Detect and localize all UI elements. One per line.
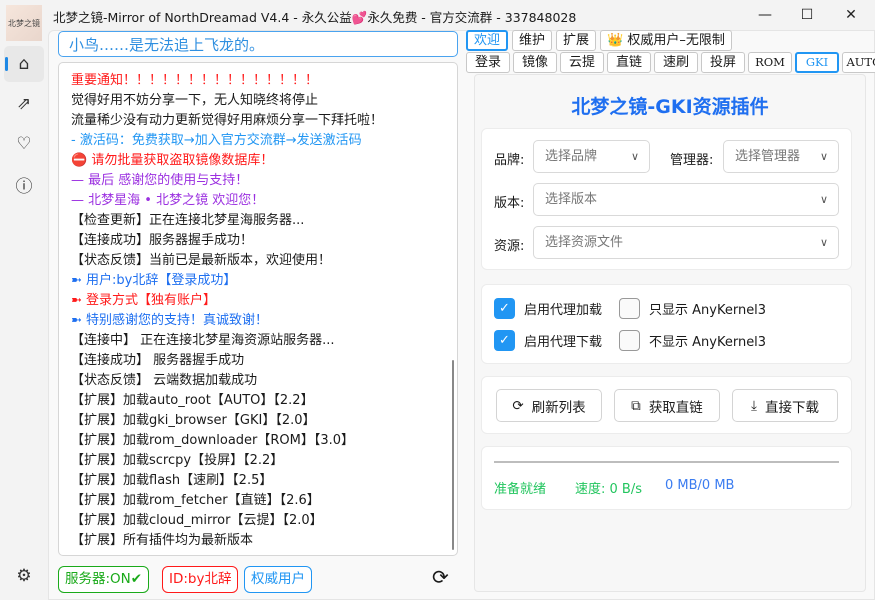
log-line: ⛔ 请勿批量获取盗取镜像数据库！ (71, 151, 457, 171)
log-line: ➼ 特别感谢您的支持！真诚致谢！ (71, 311, 457, 331)
log-line: 【连接成功】 服务器握手成功 (71, 351, 457, 371)
tab-0[interactable]: 欢迎 (466, 30, 508, 51)
plugin-tab-gki[interactable]: GKI (795, 52, 839, 73)
home-icon[interactable]: ⌂ (4, 46, 44, 82)
log-line: 【扩展】加载scrcpy【投屏】【2.2】 (71, 451, 457, 471)
refresh-list-label: 刷新列表 (532, 396, 586, 416)
chevron-down-icon: ∨ (820, 184, 828, 215)
log-line: ➼ 用户:by北辞【登录成功】 (71, 271, 457, 291)
checkbox-label: 启用代理下载 (524, 331, 602, 350)
checkbox-1[interactable]: 只显示 AnyKernel3 (619, 298, 766, 319)
plugin-tab-投屏[interactable]: 投屏 (701, 52, 745, 73)
log-line: 【检查更新】正在连接北梦星海服务器... (71, 211, 457, 231)
app-logo: 北梦之镜 (6, 5, 42, 41)
top-tabs: 欢迎维护扩展👑 权威用户–无限制 (466, 30, 732, 51)
checkbox-0[interactable]: ✓ 启用代理加载 (494, 298, 602, 319)
checkbox-label: 启用代理加载 (524, 299, 602, 318)
plugin-tab-auto[interactable]: AUTO (842, 52, 875, 73)
speed-text: 速度: 0 B/s (575, 478, 642, 497)
checkbox-checked-icon[interactable]: ✓ (494, 330, 515, 351)
brand-label: 品牌: (494, 149, 524, 168)
chevron-down-icon: ∨ (631, 141, 639, 172)
role-badge: 权威用户 (244, 566, 312, 593)
log-line: 【扩展】加载auto_root【AUTO】【2.2】 (71, 391, 457, 411)
log-line: 【连接中】 正在连接北梦星海资源站服务器... (71, 331, 457, 351)
checkbox-unchecked-icon[interactable] (619, 298, 640, 319)
user-id-badge: ID:by北辞 (162, 566, 238, 593)
log-line: ➼ 登录方式【独有账户】 (71, 291, 457, 311)
version-placeholder: 选择版本 (545, 192, 597, 207)
minimize-button[interactable]: — (750, 4, 780, 26)
checkbox-2[interactable]: ✓ 启用代理下载 (494, 330, 602, 351)
log-line: - 激活码：免费获取→加入官方交流群→发送激活码 (71, 131, 457, 151)
log-line: 【扩展】加载flash【速刷】【2.5】 (71, 471, 457, 491)
refresh-list-button[interactable]: ⟳ 刷新列表 (496, 389, 602, 422)
log-line: 【扩展】加载cloud_mirror【云提】【2.0】 (71, 511, 457, 531)
checkbox-label: 只显示 AnyKernel3 (649, 299, 766, 318)
tab-2[interactable]: 扩展 (556, 30, 596, 51)
plugin-tab-云提[interactable]: 云提 (560, 52, 604, 73)
window-title: 北梦之镜-Mirror of NorthDreamad V4.4 - 永久公益💕… (53, 7, 576, 26)
chevron-down-icon: ∨ (820, 141, 828, 172)
download-label: 直接下载 (765, 396, 819, 416)
plugin-tab-直链[interactable]: 直链 (607, 52, 651, 73)
panel-title: 北梦之镜-GKI资源插件 (474, 92, 866, 119)
log-line: 重要通知！！！！！！！！！！！！！！！ (71, 71, 457, 91)
info-icon[interactable]: ⓘ (4, 166, 44, 202)
version-label: 版本: (494, 192, 524, 211)
checkbox-label: 不显示 AnyKernel3 (649, 331, 766, 350)
manager-select[interactable]: 选择管理器 ∨ (723, 140, 839, 173)
get-link-label: 获取直链 (649, 396, 703, 416)
brand-placeholder: 选择品牌 (545, 149, 597, 164)
progress-bar (494, 461, 839, 463)
plugin-tab-镜像[interactable]: 镜像 (513, 52, 557, 73)
manager-placeholder: 选择管理器 (735, 149, 800, 164)
checkbox-checked-icon[interactable]: ✓ (494, 298, 515, 319)
resource-label: 资源: (494, 235, 524, 254)
manager-label: 管理器: (670, 149, 713, 168)
resource-placeholder: 选择资源文件 (545, 235, 623, 250)
close-button[interactable]: ✕ (836, 4, 866, 26)
tab-1[interactable]: 维护 (512, 30, 552, 51)
resource-select[interactable]: 选择资源文件 ∨ (533, 226, 839, 259)
log-line: 流量稀少没有动力更新觉得好用麻烦分享一下拜托啦！ (71, 111, 457, 131)
refresh-icon: ⟳ (512, 398, 523, 414)
version-select[interactable]: 选择版本 ∨ (533, 183, 839, 216)
log-scrollbar[interactable] (452, 360, 454, 550)
download-icon: ⤓ (751, 398, 757, 414)
log-line: — 最后 感谢您的使用与支持！ (71, 171, 457, 191)
log-line: 【状态反馈】当前已是最新版本，欢迎使用！ (71, 251, 457, 271)
checkbox-3[interactable]: 不显示 AnyKernel3 (619, 330, 766, 351)
checkbox-unchecked-icon[interactable] (619, 330, 640, 351)
quote-banner: 小鸟……是无法追上飞龙的。 (58, 31, 458, 57)
log-line: 【扩展】所有插件均为最新版本 (71, 531, 457, 551)
options-card (481, 284, 852, 364)
plugin-tabs: 登录镜像云提直链速刷投屏ROMGKIAUTO (466, 52, 875, 73)
maximize-button[interactable]: ☐ (792, 4, 822, 26)
brand-select[interactable]: 选择品牌 ∨ (533, 140, 650, 173)
plugin-tab-登录[interactable]: 登录 (466, 52, 510, 73)
log-line: — 北梦星海 • 北梦之镜 欢迎您！ (71, 191, 457, 211)
chevron-down-icon: ∨ (820, 227, 828, 258)
log-line: 【扩展】加载rom_downloader【ROM】【3.0】 (71, 431, 457, 451)
plugin-tab-rom[interactable]: ROM (748, 52, 792, 73)
plugin-tab-速刷[interactable]: 速刷 (654, 52, 698, 73)
log-line: 【扩展】加载rom_fetcher【直链】【2.6】 (71, 491, 457, 511)
download-button[interactable]: ⤓ 直接下载 (732, 389, 838, 422)
share-icon[interactable]: ⇗ (4, 86, 44, 122)
tab-3[interactable]: 👑 权威用户–无限制 (600, 30, 732, 51)
log-line: 【状态反馈】 云端数据加载成功 (71, 371, 457, 391)
log-line: 【扩展】加载gki_browser【GKI】【2.0】 (71, 411, 457, 431)
status-text: 准备就绪 (494, 478, 546, 497)
heart-icon[interactable]: ♡ (4, 126, 44, 162)
refresh-icon[interactable]: ⟳ (432, 565, 449, 589)
log-line: 觉得好用不妨分享一下，无人知晓终将停止 (71, 91, 457, 111)
log-line: 【连接成功】服务器握手成功！ (71, 231, 457, 251)
size-text: 0 MB/0 MB (665, 478, 734, 493)
external-link-icon: ⧉ (631, 398, 641, 414)
server-status-badge: 服务器:ON✔ (58, 566, 149, 593)
log-output: 重要通知！！！！！！！！！！！！！！！觉得好用不妨分享一下，无人知晓终将停止流量… (58, 62, 458, 556)
gear-icon[interactable]: ⚙ (4, 558, 44, 594)
get-link-button[interactable]: ⧉ 获取直链 (614, 389, 720, 422)
